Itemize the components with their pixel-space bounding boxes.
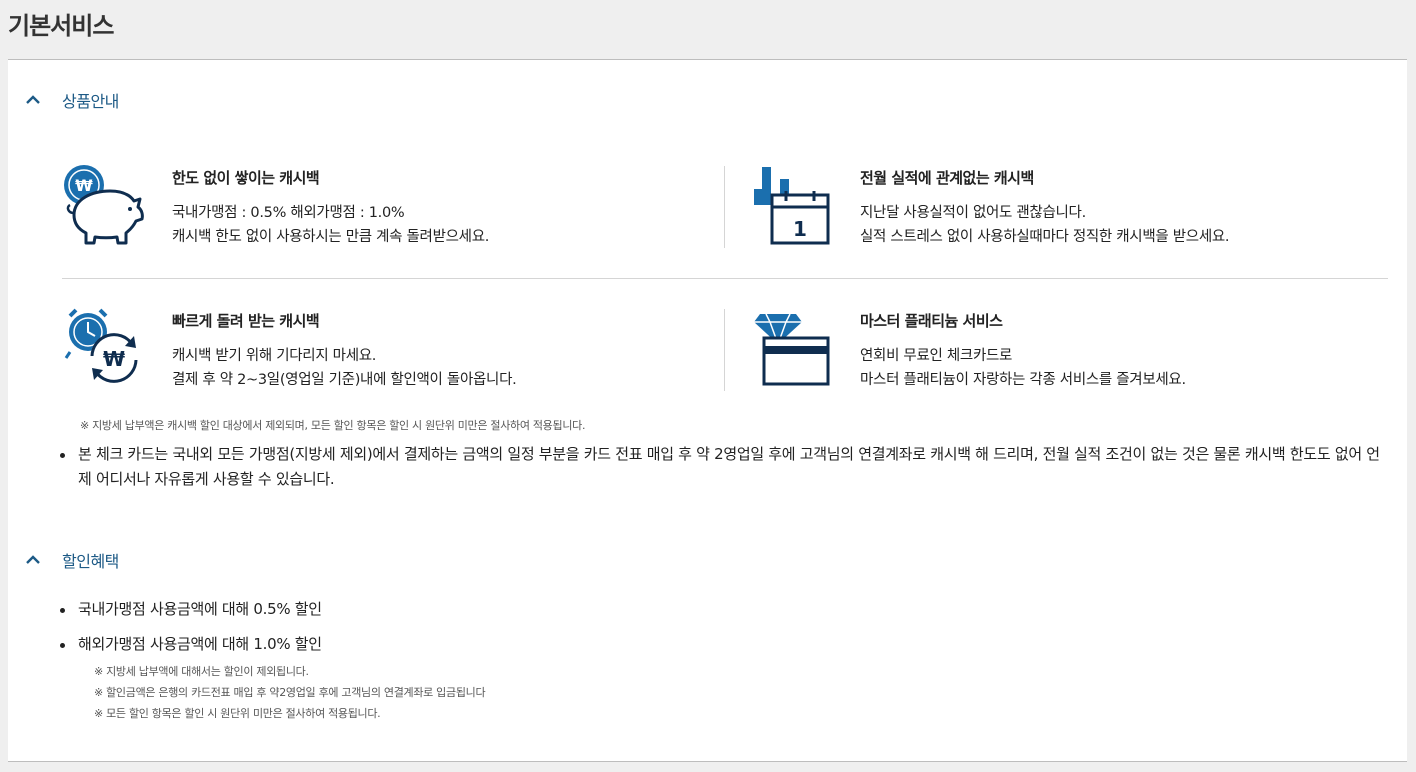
feature-title: 빠르게 돌려 받는 캐시백 — [172, 312, 320, 330]
list-item: 해외가맹점 사용금액에 대해 1.0% 할인 — [60, 632, 322, 657]
feature-line: 연회비 무료인 체크카드로 — [860, 348, 1013, 364]
discount-benefits-panel: 할인혜택 국내가맹점 사용금액에 대해 0.5% 할인 해외가맹점 사용금액에 … — [8, 521, 1407, 762]
product-info-toggle[interactable]: 상품안내 — [22, 88, 119, 112]
list-item: 국내가맹점 사용금액에 대해 0.5% 할인 — [60, 597, 322, 622]
section-title: 상품안내 — [62, 92, 119, 111]
bullet-text: 해외가맹점 사용금액에 대해 1.0% 할인 — [78, 635, 322, 653]
bullet-dot — [60, 608, 65, 613]
chevron-up-icon — [26, 555, 40, 564]
svg-text:₩: ₩ — [75, 176, 93, 195]
product-info-panel: 상품안내 ₩ 한도 없이 쌓이는 캐시백 국내가맹점 : 0.5% 해외가맹점 … — [8, 59, 1407, 522]
feature-line: 국내가맹점 : 0.5% 해외가맹점 : 1.0% — [172, 205, 405, 221]
disclaimer-note: ※ 할인금액은 은행의 카드전표 매입 후 약2영업일 후에 고객님의 연결계좌… — [94, 686, 486, 699]
feature-line: 실적 스트레스 없이 사용하실때마다 정직한 캐시백을 받으세요. — [860, 229, 1230, 245]
bullet-dot — [60, 453, 65, 458]
feature-line: 캐시백 받기 위해 기다리지 마세요. — [172, 348, 377, 364]
feature-no-prior-requirement: 1 전월 실적에 관계없는 캐시백 지난달 사용실적이 없어도 괜찮습니다. 실… — [750, 163, 1390, 253]
bullet-text: 본 체크 카드는 국내외 모든 가맹점(지방세 제외)에서 결제하는 금액의 일… — [78, 445, 1380, 488]
disclaimer-note: ※ 모든 할인 항목은 할인 시 원단위 미만은 절사하여 적용됩니다. — [94, 707, 381, 720]
section-title: 할인혜택 — [62, 552, 119, 571]
piggy-bank-won-icon: ₩ — [64, 165, 144, 245]
page-title: 기본서비스 — [8, 12, 114, 40]
alarm-clock-refresh-won-icon: ₩ — [64, 308, 138, 383]
disclaimer-note: ※ 지방세 납부액에 대해서는 할인이 제외됩니다. — [94, 665, 309, 678]
chevron-up-icon — [26, 95, 40, 104]
feature-line: 결제 후 약 2~3일(영업일 기준)내에 할인액이 돌아옵니다. — [172, 372, 517, 388]
bullet-text: 국내가맹점 사용금액에 대해 0.5% 할인 — [78, 600, 322, 618]
feature-fast-cashback: ₩ 빠르게 돌려 받는 캐시백 캐시백 받기 위해 기다리지 마세요. 결제 후… — [62, 306, 702, 396]
list-item: 본 체크 카드는 국내외 모든 가맹점(지방세 제외)에서 결제하는 금액의 일… — [60, 442, 1380, 492]
divider — [724, 166, 725, 248]
discount-benefits-toggle[interactable]: 할인혜택 — [22, 548, 119, 572]
svg-text:₩: ₩ — [103, 347, 125, 371]
calendar-chart-icon: 1 — [754, 167, 830, 245]
feature-line: 캐시백 한도 없이 사용하시는 만큼 계속 돌려받으세요. — [172, 229, 490, 245]
feature-unlimited-cashback: ₩ 한도 없이 쌓이는 캐시백 국내가맹점 : 0.5% 해외가맹점 : 1.0… — [62, 163, 702, 253]
divider — [62, 278, 1388, 279]
feature-line: 마스터 플래티늄이 자랑하는 각종 서비스를 즐겨보세요. — [860, 372, 1186, 388]
feature-master-platinum: 마스터 플래티늄 서비스 연회비 무료인 체크카드로 마스터 플래티늄이 자랑하… — [750, 306, 1390, 396]
disclaimer-note: ※ 지방세 납부액은 캐시백 할인 대상에서 제외되며, 모든 할인 항목은 할… — [80, 419, 586, 432]
feature-line: 지난달 사용실적이 없어도 괜찮습니다. — [860, 205, 1086, 221]
feature-title: 마스터 플래티늄 서비스 — [860, 312, 1003, 330]
diamond-card-icon — [754, 313, 830, 386]
divider — [724, 309, 725, 391]
calendar-day: 1 — [793, 217, 807, 241]
feature-title: 전월 실적에 관계없는 캐시백 — [860, 169, 1034, 187]
feature-title: 한도 없이 쌓이는 캐시백 — [172, 169, 320, 187]
bullet-dot — [60, 643, 65, 648]
